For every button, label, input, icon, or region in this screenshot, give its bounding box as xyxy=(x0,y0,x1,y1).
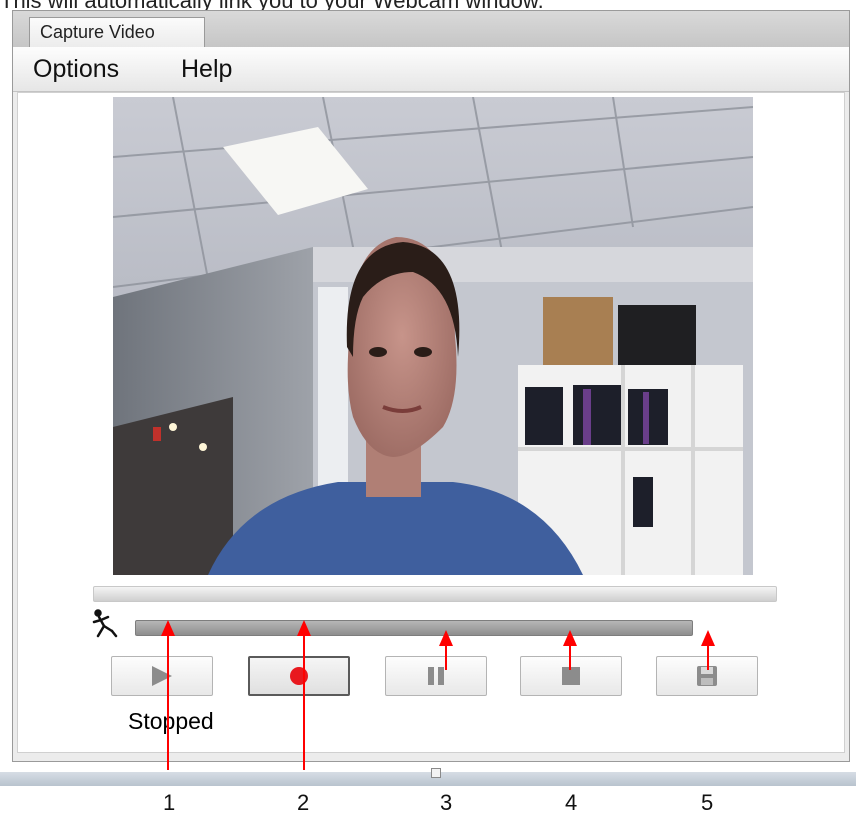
menu-bar: Options Help xyxy=(13,47,849,92)
red-arrow-2 xyxy=(297,620,311,770)
tab-capture-video[interactable]: Capture Video xyxy=(29,17,205,47)
red-arrow-5 xyxy=(701,630,715,670)
red-arrow-4 xyxy=(563,630,577,670)
audio-level-bar xyxy=(93,586,777,602)
capture-content-area: Stopped xyxy=(17,92,845,753)
resize-handle[interactable] xyxy=(431,768,441,778)
annotation-number-2: 2 xyxy=(297,790,310,815)
red-arrow-3 xyxy=(439,630,453,670)
menu-help[interactable]: Help xyxy=(181,55,232,84)
capture-video-window: Capture Video Options Help Stopped xyxy=(12,10,850,762)
tab-strip: Capture Video xyxy=(13,11,849,48)
webcam-frame-image xyxy=(113,97,753,575)
pause-button[interactable] xyxy=(385,656,487,696)
window-bottom-scroll-strip xyxy=(0,772,856,786)
webcam-preview xyxy=(113,97,753,575)
annotation-number-5: 5 xyxy=(701,790,714,815)
recording-progress-track[interactable] xyxy=(135,620,693,636)
menu-options[interactable]: Options xyxy=(33,55,119,84)
running-figure-icon xyxy=(92,609,118,638)
annotation-number-4: 4 xyxy=(565,790,578,815)
red-arrow-1 xyxy=(161,620,175,770)
annotation-number-3: 3 xyxy=(440,790,453,815)
annotation-number-1: 1 xyxy=(163,790,176,815)
